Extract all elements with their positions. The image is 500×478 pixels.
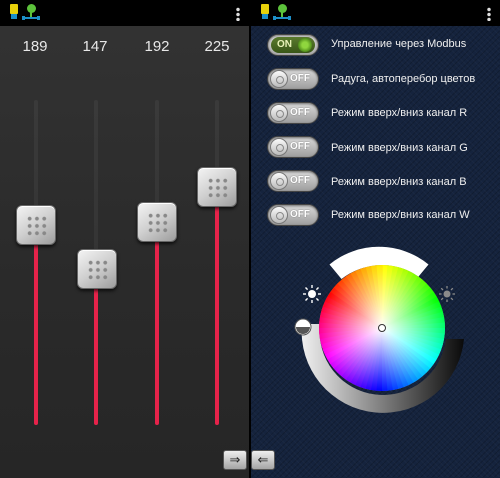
slider-knob-r[interactable] bbox=[16, 205, 56, 245]
usb-tree-icon bbox=[22, 4, 40, 22]
overflow-menu-icon[interactable] bbox=[487, 7, 491, 21]
slider-fill-g bbox=[94, 269, 98, 425]
slider-fill-w bbox=[215, 187, 219, 425]
toggle-label-channel-w: Режим вверх/вниз канал W bbox=[331, 209, 470, 221]
channel-g-value: 147 bbox=[82, 38, 108, 55]
toggle-state: OFF bbox=[290, 141, 310, 152]
toggle-state: OFF bbox=[290, 107, 310, 118]
toggle-label-channel-b: Режим вверх/вниз канал B bbox=[331, 176, 467, 188]
arrow-right-icon: ⇒ bbox=[229, 452, 241, 467]
rgbw-sliders-panel: 189 147 192 225 ⇒ bbox=[0, 0, 249, 478]
channel-w-value: 225 bbox=[204, 38, 230, 55]
toggle-label-modbus: Управление через Modbus bbox=[331, 38, 467, 50]
slider-knob-g[interactable] bbox=[77, 249, 117, 289]
usb-tree-icon bbox=[273, 4, 291, 22]
toggle-state: ON bbox=[277, 39, 292, 50]
warning-icon bbox=[10, 4, 18, 20]
arrow-left-icon: ⇐ bbox=[257, 452, 269, 467]
slider-knob-w[interactable] bbox=[197, 167, 237, 207]
channel-r-value: 189 bbox=[22, 38, 48, 55]
next-button[interactable]: ⇒ bbox=[223, 450, 247, 470]
slider-track-w[interactable] bbox=[215, 100, 219, 425]
slider-track-r[interactable] bbox=[34, 100, 38, 425]
toggle-label-rainbow: Радуга, автоперебор цветов bbox=[331, 73, 476, 85]
toggle-channel-b[interactable]: OFF bbox=[267, 170, 319, 192]
toggle-state: OFF bbox=[290, 175, 310, 186]
toggle-channel-r[interactable]: OFF bbox=[267, 102, 319, 124]
slider-fill-r bbox=[34, 225, 38, 425]
settings-panel: ON Управление через Modbus OFF Радуга, а… bbox=[251, 0, 500, 478]
prev-button[interactable]: ⇐ bbox=[251, 450, 275, 470]
toggle-rainbow[interactable]: OFF bbox=[267, 68, 319, 90]
toggle-label-channel-g: Режим вверх/вниз канал G bbox=[331, 142, 468, 154]
toggle-channel-w[interactable]: OFF bbox=[267, 204, 319, 226]
slider-track-b[interactable] bbox=[155, 100, 159, 425]
status-bar-right bbox=[251, 0, 500, 26]
slider-fill-b bbox=[155, 222, 159, 425]
color-selector-handle[interactable] bbox=[378, 324, 386, 332]
slider-knob-b[interactable] bbox=[137, 202, 177, 242]
brightness-handle[interactable] bbox=[294, 318, 312, 336]
toggle-channel-g[interactable]: OFF bbox=[267, 136, 319, 158]
warning-icon bbox=[261, 4, 269, 20]
toggle-label-channel-r: Режим вверх/вниз канал R bbox=[331, 107, 468, 119]
status-bar bbox=[0, 0, 249, 26]
toggle-state: OFF bbox=[290, 73, 310, 84]
overflow-menu-icon[interactable] bbox=[236, 7, 240, 21]
toggle-modbus[interactable]: ON bbox=[267, 34, 319, 56]
toggle-state: OFF bbox=[290, 209, 310, 220]
channel-b-value: 192 bbox=[144, 38, 170, 55]
color-wheel-widget[interactable] bbox=[289, 244, 469, 424]
